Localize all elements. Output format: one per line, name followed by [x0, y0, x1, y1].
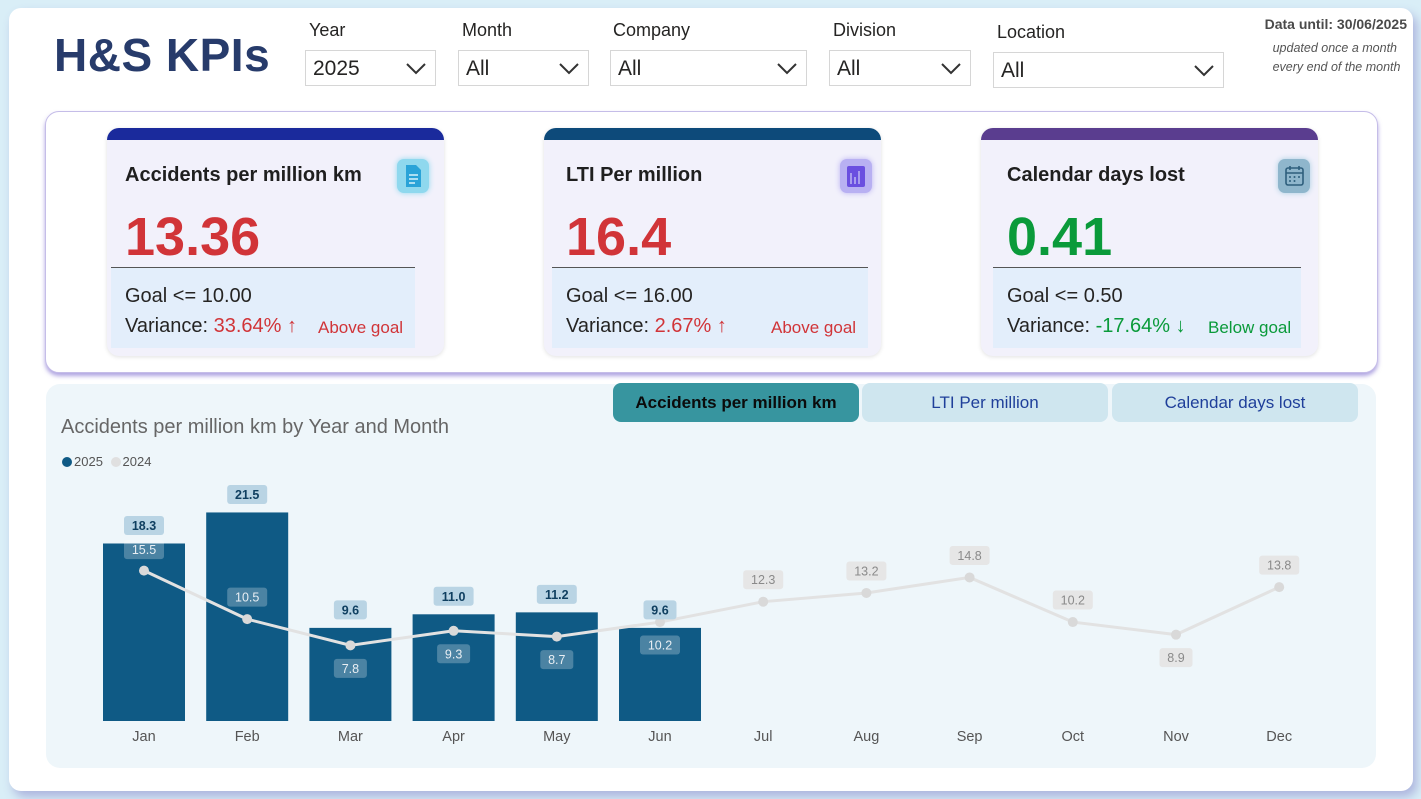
tab-calendar-days-lost[interactable]: Calendar days lost [1112, 383, 1358, 422]
kpi-status: Below goal [1208, 318, 1292, 337]
kpi-card-accent-bar [981, 128, 1318, 140]
variance-label: Variance: [1007, 315, 1091, 337]
kpi-title: Accidents per million km [125, 164, 362, 186]
kpi-title: Calendar days lost [1007, 164, 1185, 186]
location-filter-label: Location [997, 22, 1066, 42]
month-filter-value: All [466, 57, 490, 80]
calendar-icon [1278, 159, 1310, 193]
arrow-down-icon: ↓ [1175, 315, 1186, 337]
kpi-value: 16.4 [566, 207, 672, 267]
division-filter-value: All [837, 57, 861, 80]
kpi-status: Above goal [318, 318, 404, 337]
location-filter-dropdown[interactable]: All [993, 52, 1224, 88]
kpi-panel: Accidents per million km 13.36 Goal <= 1… [45, 111, 1378, 373]
kpi-title: LTI Per million [566, 164, 703, 186]
year-filter-label: Year [309, 20, 346, 40]
location-filter-value: All [1001, 59, 1025, 82]
page-title: H&S KPIs [54, 29, 271, 81]
chevron-down-icon [777, 63, 797, 75]
kpi-variance: Variance: 2.67% ↑ [566, 315, 727, 338]
kpi-variance: Variance: -17.64% ↓ [1007, 315, 1186, 338]
data-until-text: Data until: 30/06/2025 [1264, 16, 1407, 32]
kpi-card-accent-bar [107, 128, 444, 140]
variance-value: 33.64% [213, 315, 282, 337]
kpi-value: 0.41 [1007, 207, 1113, 267]
year-filter-dropdown[interactable]: 2025 [305, 50, 436, 86]
variance-label: Variance: [125, 315, 209, 337]
arrow-up-icon: ↑ [716, 315, 727, 337]
year-filter-value: 2025 [313, 57, 360, 80]
chevron-down-icon [1194, 65, 1214, 77]
month-filter-label: Month [462, 20, 513, 40]
variance-value: -17.64% [1095, 315, 1171, 337]
legend-label-2024: 2024 [122, 454, 152, 469]
kpi-card-accent-bar [544, 128, 881, 140]
update-note-line-2: every end of the month [1272, 60, 1401, 74]
chart-panel [46, 384, 1376, 768]
company-filter-value: All [618, 57, 642, 80]
tab-lti-per-million[interactable]: LTI Per million [862, 383, 1108, 422]
chevron-down-icon [406, 63, 426, 75]
arrow-up-icon: ↑ [286, 315, 297, 337]
update-frequency-text: updated once a month every end of the mo… [1273, 39, 1407, 77]
kpi-card-days-lost: Calendar days lost 0.41 Goal <= 0.50 Var… [981, 128, 1318, 356]
chart-title: Accidents per million km by Year and Mon… [61, 416, 449, 438]
legend-label-2025: 2025 [74, 454, 103, 469]
company-filter-label: Company [613, 20, 691, 40]
kpi-goal: Goal <= 16.00 [566, 285, 693, 307]
legend-dot-2024 [110, 457, 121, 467]
division-filter-label: Division [833, 20, 897, 40]
chart-legend: 2025 2024 [62, 454, 151, 469]
bar-chart-icon [840, 159, 872, 193]
data-freshness-note: Data until: 30/06/2025 updated once a mo… [1265, 16, 1407, 77]
update-note-line-1: updated once a month [1272, 41, 1397, 55]
kpi-value: 13.36 [125, 207, 261, 267]
kpi-status: Above goal [771, 318, 857, 337]
company-filter-dropdown[interactable]: All [610, 50, 807, 86]
division-filter-dropdown[interactable]: All [829, 50, 971, 86]
kpi-goal: Goal <= 0.50 [1007, 285, 1123, 307]
kpi-card-lti: LTI Per million 16.4 Goal <= 16.00 Varia… [544, 128, 881, 356]
legend-dot-2025 [62, 457, 72, 467]
chevron-down-icon [559, 63, 579, 75]
kpi-variance: Variance: 33.64% ↑ [125, 315, 297, 338]
tab-accidents-per-million-km[interactable]: Accidents per million km [613, 383, 859, 422]
kpi-card-accidents: Accidents per million km 13.36 Goal <= 1… [107, 128, 444, 356]
variance-label: Variance: [566, 315, 650, 337]
variance-value: 2.67% [654, 315, 712, 337]
chevron-down-icon [941, 63, 961, 75]
document-icon [397, 159, 429, 193]
kpi-goal: Goal <= 10.00 [125, 285, 252, 307]
month-filter-dropdown[interactable]: All [458, 50, 589, 86]
